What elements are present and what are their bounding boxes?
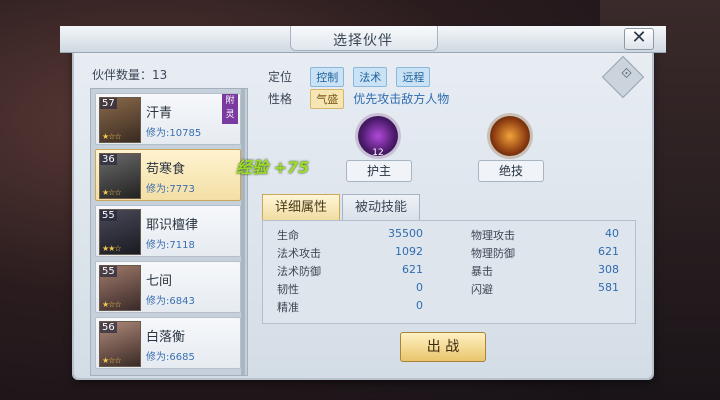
- tab-detail-attributes[interactable]: 详细属性: [262, 194, 340, 222]
- star-rating: ★☆☆: [102, 188, 121, 197]
- partner-level: 55: [100, 266, 117, 277]
- stat-label: 物理攻击: [471, 229, 515, 242]
- star-rating: ★☆☆: [102, 300, 121, 309]
- select-partner-window: 选择伙伴 ✕ 伙伴数量：13 57 ★☆☆ 汗青 修为:10785 附灵 36 …: [60, 26, 666, 378]
- trait-label: 性格: [268, 92, 293, 106]
- position-row: 定位 控制 法术 远程: [268, 66, 434, 87]
- star-rating: ★☆☆: [102, 356, 121, 365]
- partner-portrait: 57 ★☆☆: [99, 97, 141, 143]
- stat-value: 581: [598, 281, 619, 294]
- stat-value: 35500: [388, 227, 423, 240]
- position-tag-control: 控制: [310, 67, 345, 87]
- stat-label: 暴击: [471, 265, 493, 278]
- close-button[interactable]: ✕: [624, 28, 654, 50]
- stat-value: 308: [598, 263, 619, 276]
- stat-label: 法术攻击: [277, 247, 321, 260]
- partner-power: 修为:6685: [146, 352, 195, 363]
- stat-label: 生命: [277, 229, 299, 242]
- partner-level: 56: [100, 322, 117, 333]
- partner-list[interactable]: 57 ★☆☆ 汗青 修为:10785 附灵 36 ★☆☆ 苟寒食 修为:7773…: [90, 88, 248, 376]
- stat-value: 1092: [395, 245, 423, 258]
- stat-label: 物理防御: [471, 247, 515, 260]
- position-tag-ranged: 远程: [396, 67, 431, 87]
- partner-name: 耶识檀律: [146, 218, 199, 233]
- star-rating: ★☆☆: [102, 132, 121, 141]
- stat-label: 闪避: [471, 283, 493, 296]
- stat-value: 40: [605, 227, 619, 240]
- stats-panel: 生命 35500 法术攻击 1092 法术防御 621 韧性 0 精准 0 物理…: [262, 220, 636, 324]
- stat-value: 621: [598, 245, 619, 258]
- partner-name: 苟寒食: [146, 162, 186, 177]
- partner-card[interactable]: 56 ★☆☆ 白落衡 修为:6685: [95, 317, 241, 369]
- chevron-icon: ⟐: [620, 66, 632, 82]
- stat-value: 0: [416, 281, 423, 294]
- partner-level: 55: [100, 210, 117, 221]
- partner-level: 57: [100, 98, 117, 109]
- partner-power: 修为:7118: [146, 240, 195, 251]
- partner-card-selected[interactable]: 36 ★☆☆ 苟寒食 修为:7773: [95, 149, 241, 201]
- skill-level-badge: 12: [372, 148, 384, 158]
- partner-portrait: 55 ★★☆: [99, 209, 141, 255]
- stat-label: 法术防御: [277, 265, 321, 278]
- position-label: 定位: [268, 70, 293, 84]
- partner-card[interactable]: 55 ★★☆ 耶识檀律 修为:7118: [95, 205, 241, 257]
- trait-row: 性格 气盛 优先攻击敌方人物: [268, 88, 449, 109]
- star-rating: ★★☆: [102, 244, 121, 253]
- exp-gain-text: 经验 +75: [236, 158, 310, 177]
- partner-power: 修为:6843: [146, 296, 195, 307]
- skill-name-protect: 护主: [346, 160, 412, 182]
- partner-portrait: 56 ★☆☆: [99, 321, 141, 367]
- stat-label: 韧性: [277, 283, 299, 296]
- partner-name: 白落衡: [146, 330, 186, 345]
- skill-protect-icon[interactable]: 12: [358, 116, 398, 158]
- trait-tag: 气盛: [310, 89, 345, 109]
- title-bar: 选择伙伴 ✕: [60, 26, 666, 53]
- partner-name: 汗青: [146, 106, 173, 121]
- partner-name: 七间: [146, 274, 173, 289]
- attach-badge: 附灵: [222, 94, 238, 124]
- partner-portrait: 36 ★☆☆: [99, 153, 141, 199]
- trait-description: 优先攻击敌方人物: [353, 92, 450, 106]
- skill-name-ultimate: 绝技: [478, 160, 544, 182]
- partner-power: 修为:10785: [146, 128, 202, 139]
- partner-power: 修为:7773: [146, 184, 195, 195]
- partner-card[interactable]: 57 ★☆☆ 汗青 修为:10785 附灵: [95, 93, 241, 145]
- partner-card[interactable]: 55 ★☆☆ 七间 修为:6843: [95, 261, 241, 313]
- partner-count: 伙伴数量：13: [92, 68, 168, 82]
- stat-value: 0: [416, 299, 423, 312]
- partner-level: 36: [100, 154, 117, 165]
- stat-value: 621: [402, 263, 423, 276]
- position-tag-magic: 法术: [353, 67, 388, 87]
- window-title: 选择伙伴: [333, 33, 393, 49]
- list-scrollbar[interactable]: [241, 89, 245, 375]
- deploy-button[interactable]: 出 战: [400, 332, 486, 362]
- stat-label: 精准: [277, 301, 299, 314]
- partner-portrait: 55 ★☆☆: [99, 265, 141, 311]
- skill-ultimate-icon[interactable]: [490, 116, 530, 156]
- tab-passive-skills[interactable]: 被动技能: [342, 194, 420, 222]
